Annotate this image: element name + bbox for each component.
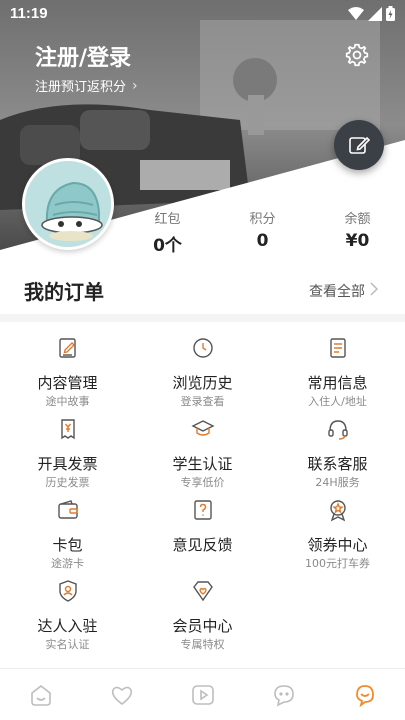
grid-item-title: 卡包 bbox=[52, 536, 83, 554]
grid-item-title: 内容管理 bbox=[37, 374, 98, 392]
chat-icon bbox=[273, 685, 294, 707]
stat-label: 余额 bbox=[344, 212, 371, 227]
status-time: 11:19 bbox=[10, 5, 48, 22]
tab-favorites[interactable] bbox=[81, 670, 162, 720]
profile-icon bbox=[355, 685, 374, 708]
diamond-heart-icon bbox=[193, 581, 213, 602]
grid-item-subtitle: 100元打车券 bbox=[305, 557, 370, 570]
signal-icon bbox=[368, 6, 382, 21]
document-list-icon bbox=[330, 338, 346, 358]
grid-item-subtitle: 专享低价 bbox=[180, 476, 225, 489]
badge-star-icon bbox=[330, 500, 346, 522]
view-all-orders-link[interactable]: 查看全部 bbox=[309, 281, 365, 301]
grid-item-title: 领券中心 bbox=[307, 536, 368, 554]
edit-note-icon bbox=[59, 338, 76, 358]
stat-red-packet[interactable]: 红包 0个 bbox=[120, 208, 215, 256]
battery-icon bbox=[386, 6, 395, 21]
tab-messages[interactable] bbox=[243, 670, 324, 720]
grid-item-title: 开具发票 bbox=[37, 455, 98, 473]
clock-icon bbox=[193, 338, 213, 358]
chevron-right-icon[interactable] bbox=[370, 282, 378, 296]
gear-icon[interactable] bbox=[344, 42, 370, 68]
person-shield-icon bbox=[59, 580, 77, 602]
headset-icon bbox=[328, 420, 348, 440]
status-bar: 11:19 bbox=[0, 0, 405, 28]
grid-item-browse-history[interactable]: 浏览历史 登录查看 bbox=[135, 336, 270, 408]
stat-value: 0个 bbox=[153, 236, 182, 256]
grid-item-member-center[interactable]: 会员中心 专属特权 bbox=[135, 579, 270, 651]
bottom-tab-bar bbox=[0, 670, 405, 720]
stat-balance[interactable]: 余额 ¥0 bbox=[310, 208, 405, 256]
wifi-icon bbox=[348, 6, 364, 20]
grid-item-subtitle: 24H服务 bbox=[315, 476, 360, 489]
grid-item-subtitle: 登录查看 bbox=[180, 395, 225, 408]
feedback-icon bbox=[194, 500, 212, 520]
grid-item-subtitle: 途游卡 bbox=[51, 557, 84, 570]
grid-item-student-auth[interactable]: 学生认证 专享低价 bbox=[135, 417, 270, 489]
login-register-title[interactable]: 注册/登录 bbox=[35, 40, 131, 72]
grid-item-subtitle: 实名认证 bbox=[45, 638, 90, 651]
tabbar-divider bbox=[0, 668, 405, 669]
edit-post-button[interactable] bbox=[334, 120, 384, 170]
edit-icon bbox=[349, 136, 370, 154]
section-divider bbox=[0, 314, 405, 322]
tab-profile[interactable] bbox=[324, 670, 405, 720]
stats-row: 红包 0个 积分 0 余额 ¥0 bbox=[120, 208, 405, 256]
tab-home[interactable] bbox=[0, 670, 81, 720]
grid-item-subtitle: 历史发票 bbox=[45, 476, 90, 489]
grid-item-customer-service[interactable]: 联系客服 24H服务 bbox=[270, 417, 405, 489]
play-icon bbox=[191, 685, 214, 705]
graduation-cap-icon bbox=[191, 420, 215, 436]
stat-value: ¥0 bbox=[345, 231, 370, 251]
avatar[interactable] bbox=[22, 158, 114, 250]
grid-item-coupon-center[interactable]: 领券中心 100元打车券 bbox=[270, 498, 405, 570]
chevron-right-icon: › bbox=[132, 77, 138, 94]
stat-label: 积分 bbox=[249, 212, 276, 227]
grid-item-subtitle: 途中故事 bbox=[45, 395, 90, 408]
tab-video[interactable] bbox=[162, 670, 243, 720]
heart-icon bbox=[111, 686, 132, 705]
register-points-text: 注册预订返积分 bbox=[35, 80, 127, 95]
grid-item-title: 学生认证 bbox=[172, 455, 233, 473]
grid-item-common-info[interactable]: 常用信息 入住人/地址 bbox=[270, 336, 405, 408]
stat-points[interactable]: 积分 0 bbox=[215, 208, 310, 256]
grid-item-subtitle: 入住人/地址 bbox=[308, 395, 367, 408]
grid-item-title: 浏览历史 bbox=[172, 374, 233, 392]
wallet-icon bbox=[58, 500, 78, 519]
stat-label: 红包 bbox=[154, 212, 181, 227]
orders-header: 我的订单 查看全部 bbox=[0, 272, 405, 308]
register-points-link[interactable]: 注册预订返积分 › bbox=[35, 76, 138, 96]
invoice-icon bbox=[61, 419, 75, 440]
grid-item-content-manage[interactable]: 内容管理 途中故事 bbox=[0, 336, 135, 408]
grid-item-subtitle: 专属特权 bbox=[180, 638, 225, 651]
orders-title: 我的订单 bbox=[24, 280, 104, 304]
grid-item-feedback[interactable]: 意见反馈 bbox=[135, 498, 270, 570]
grid-item-title: 常用信息 bbox=[307, 374, 368, 392]
grid-item-title: 会员中心 bbox=[172, 617, 233, 635]
status-icons bbox=[348, 6, 395, 21]
grid-item-title: 意见反馈 bbox=[172, 536, 233, 554]
grid-item-invoice[interactable]: 开具发票 历史发票 bbox=[0, 417, 135, 489]
grid-item-title: 联系客服 bbox=[307, 455, 368, 473]
stat-value: 0 bbox=[256, 231, 269, 251]
grid-item-expert-join[interactable]: 达人入驻 实名认证 bbox=[0, 579, 135, 651]
home-icon bbox=[30, 684, 51, 706]
grid-item-title: 达人入驻 bbox=[37, 617, 98, 635]
grid-item-card-wallet[interactable]: 卡包 途游卡 bbox=[0, 498, 135, 570]
